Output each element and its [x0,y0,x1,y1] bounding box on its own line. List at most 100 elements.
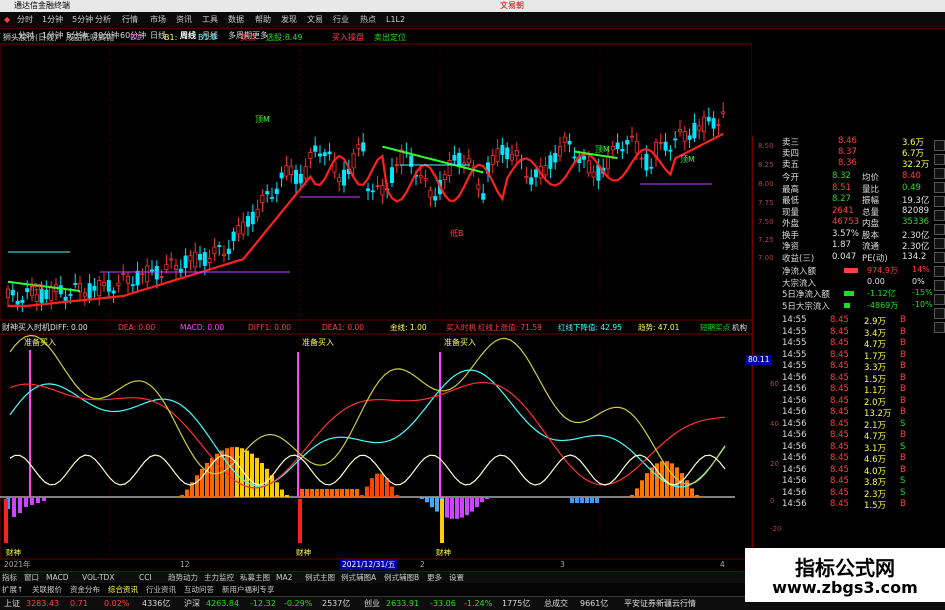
info-tab[interactable]: 综合资讯 [108,583,138,596]
tick-time: 14:56 [782,464,807,475]
flow-value: 974.9万 [867,266,898,275]
sub-param: DIFF: 0.00 [50,323,88,332]
flow-bar [844,302,850,308]
index-name: 沪深 [184,599,200,608]
watermark: 指标公式网 www.zbgs3.com [745,548,945,602]
flow-pct: 14% [912,265,930,274]
tick-price: 8.45 [830,372,849,383]
tick-side: S [900,441,906,452]
index-amount: 2537亿 [322,599,351,608]
tick-time: 14:55 [782,349,807,360]
side-tool-icon[interactable] [934,294,945,305]
legend-item: B1: [130,33,144,42]
flow-pct: -15% [912,288,933,297]
side-tool-icon[interactable] [934,140,945,151]
tick-volume: 2.0万 [864,397,887,408]
info-tab[interactable]: 新用户福利专享 [222,583,275,596]
tick-time: 14:56 [782,407,807,417]
index-value: 4263.84 [206,599,240,608]
stat-value: 19.3亿 [902,196,930,206]
side-tool-icon[interactable] [934,210,945,221]
flow-bar [844,268,858,273]
flow-label: 净流入额 [782,267,817,277]
stat-label: 现量 [782,207,800,218]
legend-item: 买入操盘 [332,33,364,42]
tick-volume: 3.1万 [864,443,887,454]
signal-marker: 低B [30,282,44,292]
tick-time: 14:56 [782,395,807,406]
buy-label: 准备买入 [302,338,334,347]
date-tick: 2 [420,560,425,569]
tick-side: B [900,453,906,463]
side-tool-icon[interactable] [934,224,945,235]
side-tool-icon[interactable] [934,196,945,207]
kline-chart[interactable]: 顶M 顶M 顶M 低B 低B [0,0,752,571]
info-tab[interactable]: 互动问答 [184,583,214,596]
info-tab[interactable]: 行业资讯 [146,583,176,596]
buy-label: 准备买入 [24,338,56,347]
tick-side: S [900,476,906,486]
tick-side: B [900,349,906,360]
stat-label: 流通 [862,242,880,252]
tick-volume: 1.5万 [864,374,887,385]
info-tab[interactable]: 关联报价 [32,583,62,596]
date-tick: 2021/12/31/五 [340,559,398,570]
date-tick: 4 [720,560,725,569]
side-tool-icon[interactable] [934,168,945,179]
index-change: -12.32 [250,599,276,608]
info-tab[interactable]: 资金分布 [70,583,100,596]
side-tool-icon[interactable] [934,266,945,277]
signal-marker: 顶M [595,145,610,154]
ask-volume: 32.2万 [902,160,930,170]
index-name: 上证 [4,599,20,608]
side-tool-icon[interactable] [934,280,945,291]
stat-value: 8.27 [832,194,851,204]
buy-label: 准备买入 [444,338,476,347]
tick-side: B [900,315,906,325]
tick-volume: 13.2万 [864,409,892,419]
tick-side: B [900,430,906,440]
stat-label: 均价 [862,173,880,183]
stat-value: 2641 [832,205,854,216]
date-axis: 2021年 12 2021/12/31/五 2 3 4 [0,559,752,570]
index-value: 2633.91 [386,599,420,608]
legend-item: 选股:8.49 [266,33,303,42]
signal-label: 财神 [436,548,451,557]
tick-volume: 3.3万 [864,363,887,373]
side-tool-icon[interactable] [934,182,945,193]
sub-indicator-lines [9,334,726,489]
stat-label: 换手 [782,230,800,241]
macd-bars [4,350,699,543]
tick-price: 8.45 [830,499,849,509]
side-tool-icon[interactable] [934,154,945,165]
tick-price: 8.45 [830,418,849,429]
flow-pct: -10% [912,299,933,309]
tick-side: B [900,326,906,337]
tick-volume: 2.1万 [864,420,887,431]
tick-side: B [900,407,906,417]
stat-label: 内盘 [862,219,880,229]
date-tick: 3 [560,560,565,569]
sub-chart-header: 财神买入时机 DIFF: 0.00 DEA: 0.00 MACD: 0.00 DIFF1… [2,322,754,334]
side-tool-icon[interactable] [934,252,945,263]
stat-label: PE(动) [862,253,888,264]
tick-price: 8.45 [830,487,849,498]
tick-side: B [900,464,906,475]
stat-label: 收益(三) [782,253,815,264]
stat-value: 8.32 [832,171,851,181]
index-value: 3283.43 [26,599,60,608]
info-tab[interactable]: 扩展↑ [2,583,23,596]
tick-side: B [900,338,906,348]
flow-label: 5日净流入额 [782,290,830,300]
side-tool-icon[interactable] [934,322,945,333]
stat-value: 134.2 [902,251,927,262]
tick-time: 14:56 [782,499,807,509]
tick-price: 8.45 [830,453,849,463]
side-toolbar [933,136,945,576]
side-tool-icon[interactable] [934,238,945,249]
stat-value: 46753 [832,217,860,227]
stat-label: 净资 [782,242,800,252]
tick-time: 14:55 [782,338,807,348]
stat-value: 2.30亿 [902,230,930,241]
side-tool-icon[interactable] [934,308,945,319]
